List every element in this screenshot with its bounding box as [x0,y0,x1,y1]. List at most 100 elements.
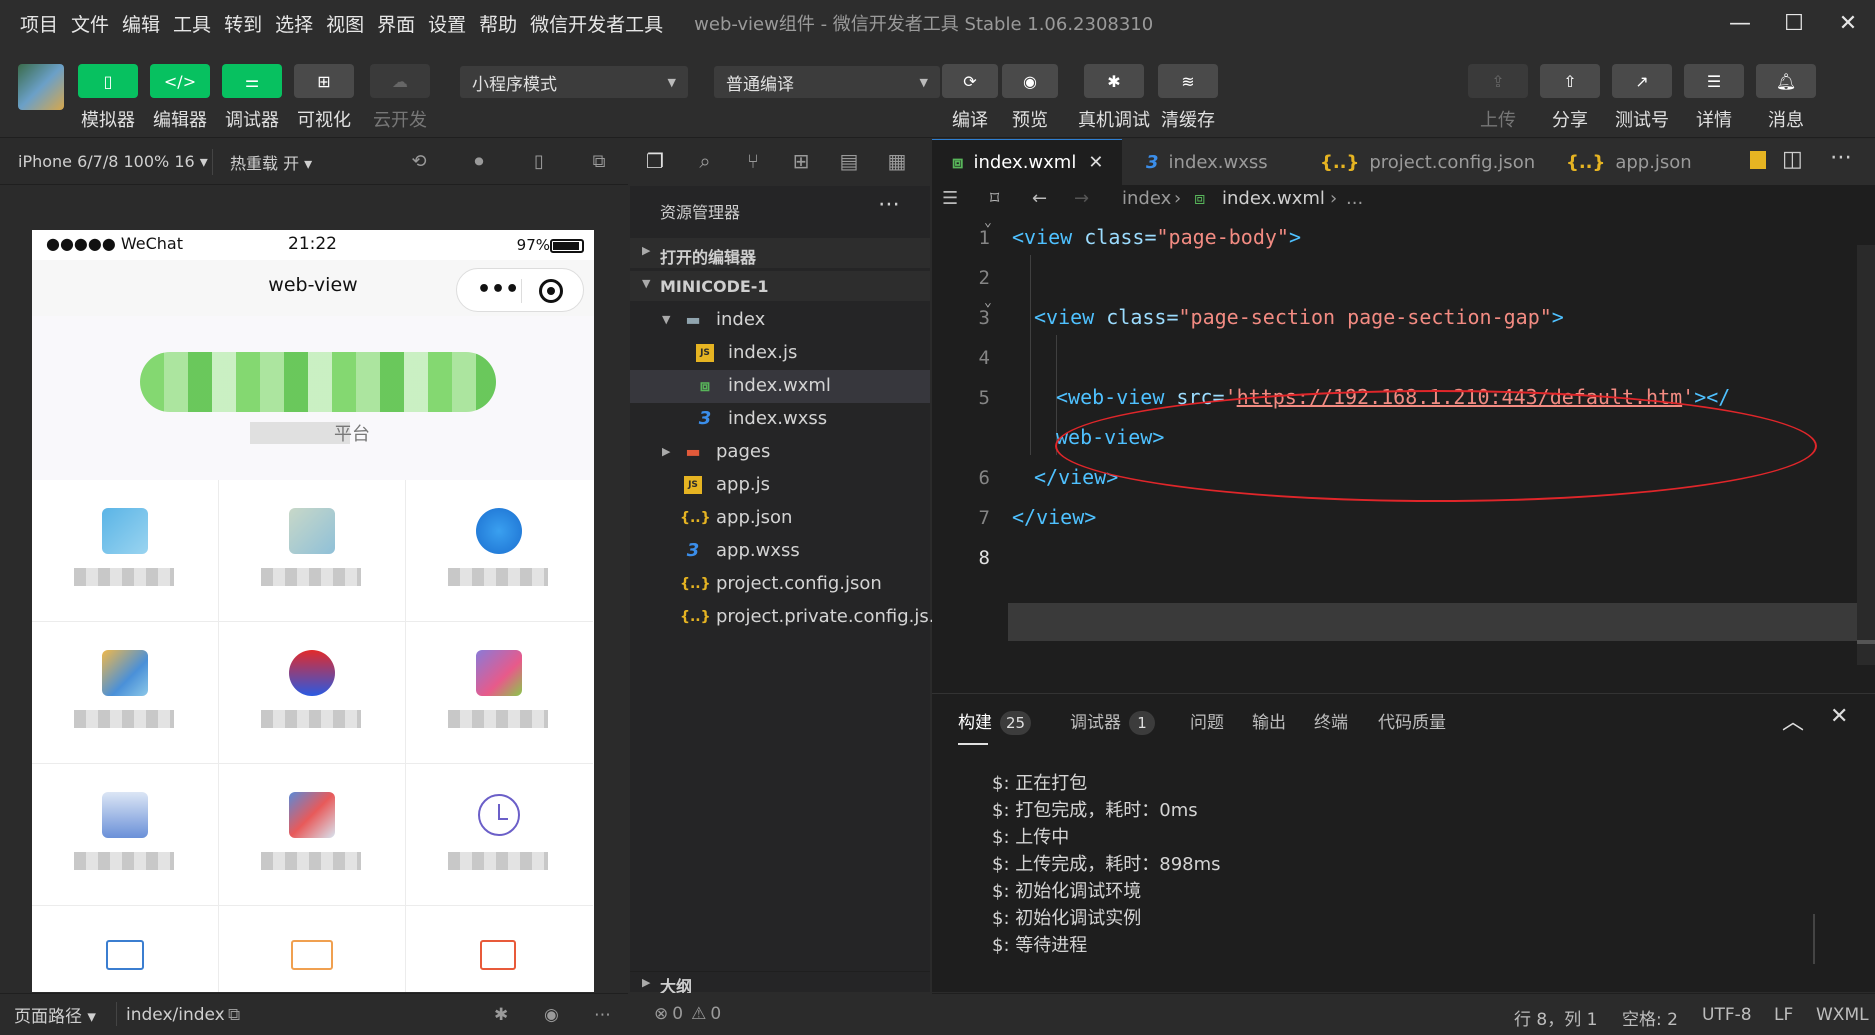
panel-scrollbar[interactable] [1813,914,1815,964]
more-icon[interactable]: ⋯ [594,1005,611,1025]
tab-output[interactable]: 输出 [1252,708,1286,733]
cloud-button[interactable]: ☁ 云开发 [370,64,430,132]
menu-select[interactable]: 选择 [275,10,313,37]
tree-file-project-config[interactable]: {..} project.config.json [630,568,930,601]
tree-file-index-js[interactable]: JS index.js [630,337,930,370]
close-target-icon[interactable] [539,279,563,303]
details-button[interactable]: ☰ 详情 [1684,64,1744,132]
editor-button[interactable]: </> 编辑器 [150,64,210,132]
tree-file-app-wxss[interactable]: 3 app.wxss [630,535,930,568]
indent-spaces[interactable]: 空格: 2 [1622,1005,1678,1030]
close-icon[interactable]: ✕ [1821,0,1875,46]
menu-settings[interactable]: 设置 [428,10,466,37]
grid-item[interactable] [219,622,406,764]
project-section[interactable]: ▼ MINICODE-1 [630,271,930,301]
tree-file-index-wxml[interactable]: ⧈ index.wxml [630,370,930,403]
close-icon[interactable]: ✕ [1088,152,1103,173]
phone-icon[interactable]: ▯ [528,151,550,173]
problems-summary[interactable]: ⊗ 0 ⚠ 0 [630,993,930,1035]
storage-icon[interactable]: ▤ [836,149,862,175]
fold-icon[interactable]: ⌄ [984,295,992,310]
menu-help[interactable]: 帮助 [479,10,517,37]
scrollbar-thumb[interactable] [1857,640,1875,644]
language-mode[interactable]: WXML [1816,1005,1869,1025]
bookmark-icon[interactable]: ⌑ [990,188,999,209]
upload-button[interactable]: ⇪ 上传 [1468,64,1528,132]
maximize-icon[interactable]: ☐ [1767,0,1821,46]
tree-file-project-private-config[interactable]: {..} project.private.config.js... [630,601,946,634]
more-icon[interactable]: ⋯ [1830,145,1852,170]
menu-file[interactable]: 文件 [71,10,109,37]
tree-folder-index[interactable]: ▼ ▬ index [630,304,930,337]
tree-file-app-js[interactable]: JS app.js [630,469,930,502]
outline-section[interactable]: ▶ 大纲 [630,971,930,996]
device-select[interactable]: iPhone 6/7/8 100% 16 ▾ [18,152,208,171]
capsule-button[interactable]: ••• [456,268,584,312]
menu-goto[interactable]: 转到 [224,10,262,37]
grid-item[interactable] [406,764,593,906]
rotate-icon[interactable]: ⟲ [408,151,430,173]
clear-cache-button[interactable]: ≋ 清缓存 [1158,64,1218,132]
more-icon[interactable]: ⋯ [878,192,900,217]
grid-item[interactable] [219,764,406,906]
bug-icon[interactable]: ✱ [494,1005,508,1025]
remote-debug-button[interactable]: ✱ 真机调试 [1078,64,1150,132]
js-file-icon[interactable] [1750,151,1766,169]
grid-item[interactable] [32,906,219,992]
tab-index-wxss[interactable]: 3 index.wxss [1132,139,1302,185]
page-path-select[interactable]: 页面路径 ▾ [14,1002,96,1027]
tab-problems[interactable]: 问题 [1190,708,1224,733]
grid-item[interactable] [406,622,593,764]
tab-terminal[interactable]: 终端 [1314,708,1348,733]
extensions-icon[interactable]: ⊞ [788,149,814,175]
test-id-button[interactable]: ↗ 测试号 [1612,64,1672,132]
simulator-button[interactable]: ▯ 模拟器 [78,64,138,132]
files-icon[interactable]: ❐ [642,149,668,175]
tab-project-config[interactable]: {..} project.config.json [1312,139,1535,185]
tab-debugger[interactable]: 调试器 1 [1070,708,1155,735]
share-button[interactable]: ⇧ 分享 [1540,64,1600,132]
tab-code-quality[interactable]: 代码质量 [1378,708,1446,733]
grid-item[interactable] [32,622,219,764]
tab-index-wxml[interactable]: ⧈ index.wxml ✕ [932,139,1122,185]
more-icon[interactable]: ••• [477,277,519,302]
git-branch-icon[interactable]: ⑂ [740,149,766,175]
breadcrumb-index[interactable]: index [1122,188,1171,209]
tab-app-json[interactable]: {..} app.json [1558,139,1728,185]
search-icon[interactable]: ⌕ [692,149,718,175]
chevron-up-icon[interactable]: ︿ [1782,704,1804,736]
mode-select[interactable]: 小程序模式 ▼ [460,66,688,98]
menu-interface[interactable]: 界面 [377,10,415,37]
menu-tools[interactable]: 工具 [173,10,211,37]
split-editor-icon[interactable]: ◫ [1782,147,1803,172]
grid-item[interactable] [219,480,406,622]
grid-item[interactable] [219,906,406,992]
stop-icon[interactable]: ⏺ [468,151,490,173]
minimize-icon[interactable]: — [1713,0,1767,46]
visual-button[interactable]: ⊞ 可视化 [294,64,354,132]
window-icon[interactable]: ⧉ [588,151,610,173]
tab-build[interactable]: 构建 25 [958,708,1032,745]
menu-project[interactable]: 项目 [20,10,58,37]
tree-folder-pages[interactable]: ▶ ▬ pages [630,436,930,469]
tree-file-app-json[interactable]: {..} app.json [630,502,930,535]
menu-edit[interactable]: 编辑 [122,10,160,37]
hot-reload-select[interactable]: 热重载 开 ▾ [230,150,312,174]
fold-icon[interactable]: ⌄ [984,215,992,230]
messages-button[interactable]: 🔔︎ 消息 [1756,64,1816,132]
debugger-button[interactable]: ⚌ 调试器 [222,64,282,132]
list-icon[interactable]: ☰ [942,188,958,209]
breadcrumb-more[interactable]: ... [1346,188,1363,209]
line-ending[interactable]: LF [1774,1005,1793,1025]
close-icon[interactable]: ✕ [1830,704,1848,729]
compile-select[interactable]: 普通编译 ▼ [714,66,940,98]
grid-item[interactable] [406,906,593,992]
copy-icon[interactable]: ⧉ [228,1005,240,1025]
menu-devtools[interactable]: 微信开发者工具 [530,10,663,37]
menu-view[interactable]: 视图 [326,10,364,37]
tree-file-index-wxss[interactable]: 3 index.wxss [630,403,930,436]
grid-item[interactable] [32,480,219,622]
arrow-left-icon[interactable]: ← [1032,188,1047,209]
open-editors-section[interactable]: ▶ 打开的编辑器 [630,238,930,268]
arrow-right-icon[interactable]: → [1074,188,1089,209]
